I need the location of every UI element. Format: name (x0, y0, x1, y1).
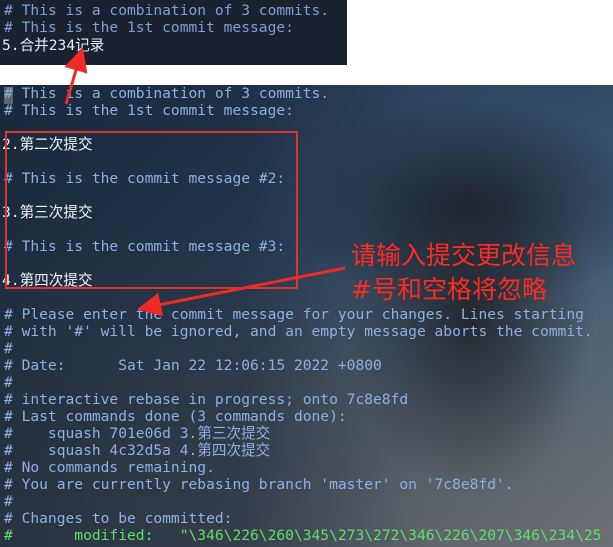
main-line-26: # Changes to be committed: (4, 510, 233, 527)
main-line-18: # (4, 374, 13, 391)
main-line-14: # Please enter the commit message for yo… (4, 306, 584, 323)
main-line-22: # squash 4c32d5a 4.第四次提交 (4, 442, 271, 459)
main-line-20: # Last commands done (3 commands done): (4, 408, 347, 425)
highlight-box (5, 131, 298, 289)
main-line-27: # modified: "\346\226\260\345\273\272\34… (4, 527, 602, 544)
top-line-2: # This is the 1st commit message: (4, 19, 294, 36)
main-line-17: # Date: Sat Jan 22 12:06:15 2022 +0800 (4, 357, 382, 374)
main-line-16: # (4, 340, 13, 357)
annotation-line-1: 请输入提交更改信息 (351, 241, 577, 270)
top-line-1: # This is a combination of 3 commits. (4, 2, 330, 19)
main-line-21: # squash 701e06d 3.第三次提交 (4, 425, 271, 442)
top-terminal-snippet: # This is a combination of 3 commits. # … (0, 0, 347, 65)
top-line-3: 5.合并234记录 (2, 37, 105, 54)
main-line-24: # You are currently rebasing branch 'mas… (4, 476, 514, 493)
main-line-19: # interactive rebase in progress; onto 7… (4, 391, 409, 408)
main-line-1: # This is a combination of 3 commits. (4, 85, 330, 102)
main-line-2: # This is the 1st commit message: (4, 102, 294, 119)
annotation-line-2: #号和空格将忽略 (351, 275, 547, 304)
main-line-15: # with '#' will be ignored, and an empty… (4, 323, 593, 340)
main-line-25: # (4, 493, 13, 510)
main-line-23: # No commands remaining. (4, 459, 215, 476)
